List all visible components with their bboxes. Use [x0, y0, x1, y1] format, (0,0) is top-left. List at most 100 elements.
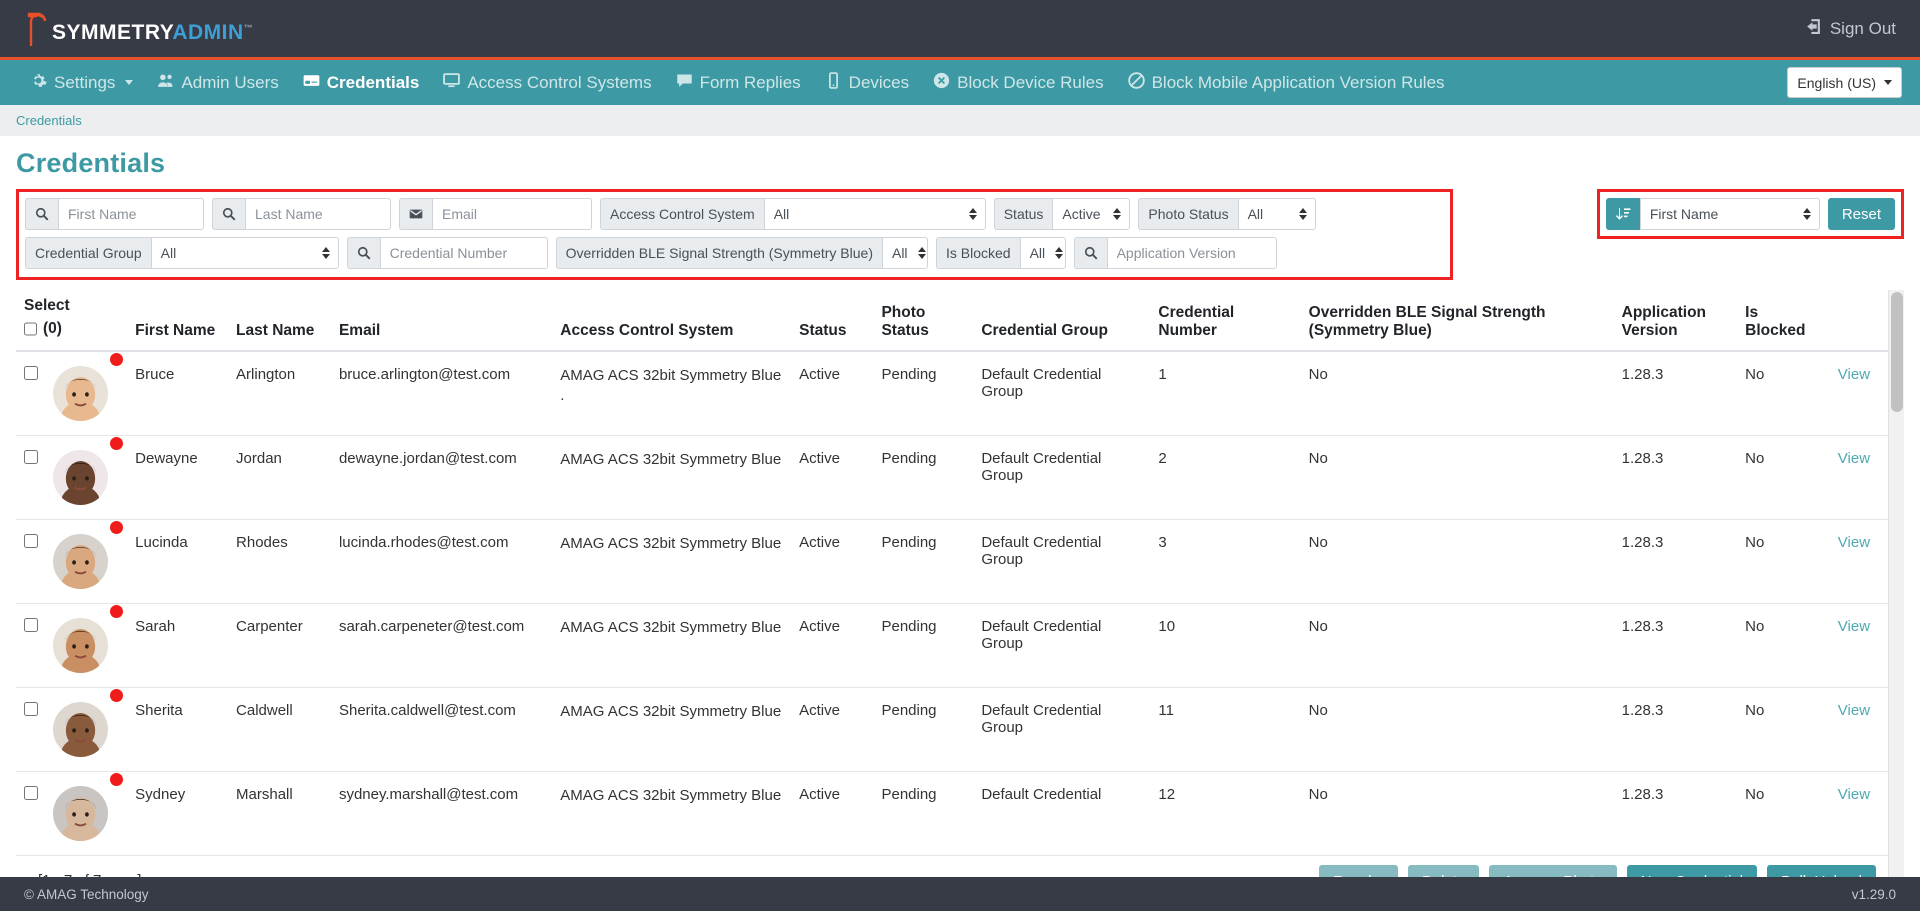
view-link[interactable]: View	[1838, 450, 1870, 467]
select-status[interactable]: Active	[1052, 198, 1131, 230]
cell-last-name: Rhodes	[228, 519, 331, 604]
row-checkbox[interactable]	[24, 785, 38, 800]
select-credential-group[interactable]: All	[150, 237, 339, 269]
breadcrumb-item-credentials[interactable]: Credentials	[16, 113, 82, 128]
header-application-version[interactable]: Application Version	[1613, 290, 1738, 352]
cell-first-name: Sarah	[127, 603, 229, 688]
cell-email: lucinda.rhodes@test.com	[330, 519, 553, 604]
cell-credential-group: Default Credential Group	[973, 519, 1151, 604]
search-input-credential-number[interactable]	[379, 237, 548, 269]
search-icon	[212, 198, 245, 230]
cell-credential-number: 2	[1150, 435, 1301, 520]
view-link[interactable]: View	[1838, 786, 1870, 803]
reset-button[interactable]: Reset	[1827, 198, 1895, 230]
nav-item-form-replies[interactable]: Form Replies	[664, 60, 813, 105]
app-logo[interactable]: SYMMETRYADMIN™	[24, 12, 253, 46]
row-select-cell	[16, 435, 45, 520]
cell-access-control-system: AMAG ACS 32bit Symmetry Blue	[552, 687, 792, 772]
header-credential-number[interactable]: Credential Number	[1150, 290, 1301, 352]
select-photo-status[interactable]: All	[1237, 198, 1316, 230]
select-access-control-system[interactable]: All	[763, 198, 986, 230]
cell-ble-signal-strength: No	[1300, 435, 1614, 520]
header-last-name[interactable]: Last Name	[228, 290, 331, 352]
select-all-checkbox[interactable]	[24, 322, 37, 337]
nav-item-settings[interactable]: Settings	[18, 60, 145, 105]
cell-ble-signal-strength: No	[1300, 350, 1614, 436]
photo-pending-badge	[110, 772, 124, 786]
nav-item-label: Block Device Rules	[957, 72, 1104, 92]
row-checkbox[interactable]	[24, 449, 38, 464]
table-row: Sherita Caldwell Sherita.caldwell@test.c…	[16, 687, 1902, 772]
sort-amount-down-icon[interactable]	[1605, 198, 1640, 230]
selected-count: (0)	[43, 319, 62, 337]
view-link[interactable]: View	[1838, 534, 1870, 551]
nav-item-credentials[interactable]: Credentials	[291, 60, 432, 105]
revoke-button[interactable]: Revoke	[1319, 865, 1398, 877]
avatar	[52, 533, 108, 589]
times-circle-icon	[933, 72, 950, 94]
filters-panel: Access Control System All Status Active …	[16, 189, 1453, 280]
nav-item-access-control-systems[interactable]: Access Control Systems	[431, 60, 663, 105]
select-ble-signal-strength[interactable]: All	[881, 237, 928, 269]
view-link[interactable]: View	[1838, 366, 1870, 383]
header-credential-group[interactable]: Credential Group	[973, 290, 1151, 352]
search-input-application-version[interactable]	[1106, 237, 1277, 269]
avatar	[52, 449, 108, 505]
header-status[interactable]: Status	[791, 290, 874, 352]
nav-item-label: Block Mobile Application Version Rules	[1151, 72, 1445, 92]
bulk-upload-button[interactable]: Bulk Upload	[1767, 865, 1876, 877]
select-value: Active	[1062, 206, 1101, 222]
cell-is-blocked: No	[1737, 603, 1830, 688]
select-sort-field[interactable]: First Name	[1639, 198, 1820, 230]
header-access-control-system[interactable]: Access Control System	[552, 290, 792, 352]
view-link[interactable]: View	[1838, 618, 1870, 635]
nav-item-devices[interactable]: Devices	[813, 60, 921, 105]
search-input-email[interactable]	[432, 198, 592, 230]
cell-ble-signal-strength: No	[1300, 519, 1614, 604]
header-email[interactable]: Email	[330, 290, 553, 352]
row-checkbox[interactable]	[24, 365, 38, 380]
nav-item-admin-users[interactable]: Admin Users	[145, 60, 290, 105]
nav-item-block-device-rules[interactable]: Block Device Rules	[921, 60, 1115, 105]
header-first-name[interactable]: First Name	[127, 290, 229, 352]
nav-item-block-mobile-application-version-rules[interactable]: Block Mobile Application Version Rules	[1116, 60, 1457, 105]
row-checkbox[interactable]	[24, 617, 38, 632]
language-select[interactable]: English (US)	[1787, 67, 1902, 98]
sign-out-button[interactable]: Sign Out	[1805, 18, 1896, 40]
view-link[interactable]: View	[1838, 702, 1870, 719]
header-photo-status[interactable]: Photo Status	[873, 290, 974, 352]
filter-email	[399, 198, 592, 230]
row-avatar-cell	[44, 687, 128, 772]
nav-item-label: Devices	[848, 72, 910, 92]
photo-pending-badge	[110, 352, 124, 366]
row-avatar-cell	[44, 350, 128, 436]
select-value: First Name	[1649, 206, 1719, 222]
filter-photo-status-label: Photo Status	[1138, 198, 1238, 230]
select-value: All	[891, 245, 908, 261]
row-checkbox[interactable]	[24, 701, 38, 716]
table-body: Bruce Arlington bruce.arlington@test.com…	[16, 350, 1902, 856]
header-ble-signal-strength[interactable]: Overridden BLE Signal Strength (Symmetry…	[1300, 290, 1614, 352]
vertical-scrollbar[interactable]	[1888, 290, 1904, 877]
cell-status: Active	[791, 350, 874, 436]
sort-arrows-icon	[1055, 247, 1064, 259]
cell-email: Sherita.caldwell@test.com	[330, 687, 553, 772]
header-is-blocked[interactable]: Is Blocked	[1737, 290, 1830, 352]
delete-button[interactable]: Delete	[1407, 865, 1480, 877]
trademark-symbol: ™	[243, 22, 254, 33]
row-checkbox[interactable]	[24, 533, 38, 548]
mobile-icon	[825, 71, 842, 94]
select-value: All	[1247, 206, 1264, 222]
scrollbar-thumb[interactable]	[1891, 292, 1903, 412]
top-bar: SYMMETRYADMIN™ Sign Out	[0, 0, 1920, 60]
sort-arrows-icon	[321, 247, 330, 259]
cell-access-control-system: AMAG ACS 32bit Symmetry Blue	[552, 435, 792, 520]
nav-item-label: Admin Users	[181, 72, 279, 92]
cell-last-name: Carpenter	[228, 603, 331, 688]
new-credential-button[interactable]: New Credential	[1626, 865, 1758, 877]
select-is-blocked[interactable]: All	[1019, 237, 1066, 269]
users-icon	[157, 72, 174, 94]
search-input-first-name[interactable]	[58, 198, 204, 230]
approve-photo-button[interactable]: Approve Photo	[1489, 865, 1617, 877]
search-input-last-name[interactable]	[245, 198, 391, 230]
